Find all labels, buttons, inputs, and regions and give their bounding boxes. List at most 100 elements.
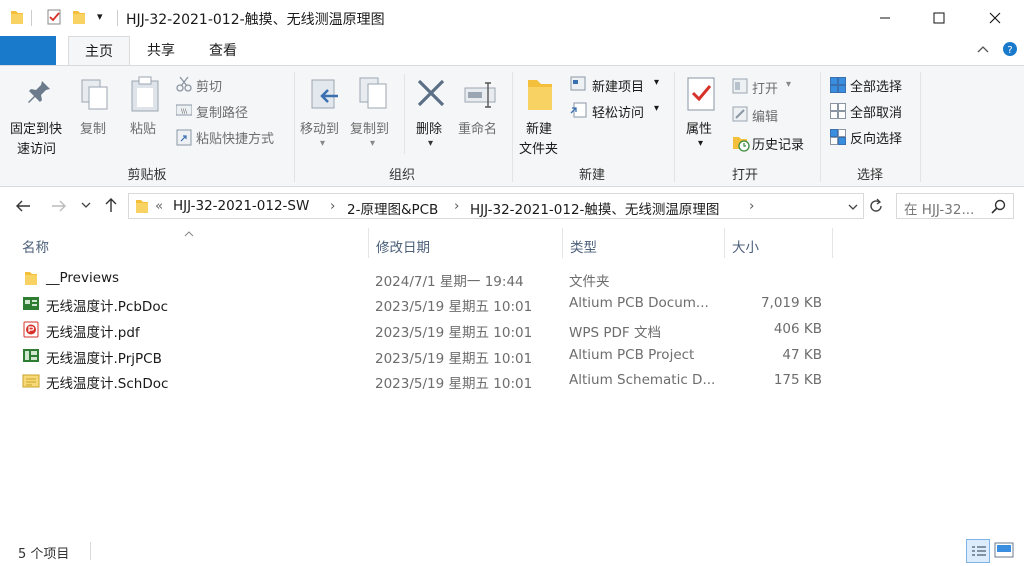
address-dropdown-icon[interactable] (847, 201, 859, 217)
easy-access-icon (570, 102, 588, 122)
file-type: 文件夹 (569, 274, 610, 290)
maximize-button[interactable] (910, 0, 968, 36)
folder-icon (24, 270, 38, 290)
pin-quick-access-button[interactable]: 固定到快 速访问 (6, 74, 72, 160)
delete-label: 删除 (416, 122, 443, 137)
invert-selection-button[interactable]: 反向选择 (828, 126, 918, 148)
dropdown-arrow-icon: ▾ (370, 138, 376, 149)
file-date: 2023/5/19 星期五 10:01 (375, 299, 533, 315)
column-divider[interactable] (368, 228, 369, 258)
column-header-size[interactable]: 大小 (732, 236, 759, 256)
edit-icon (732, 106, 748, 126)
file-row[interactable]: __Previews 2024/7/1 星期一 19:44 文件夹 (16, 266, 836, 291)
divider (404, 74, 405, 154)
status-item-count: 5 个项目 (18, 547, 70, 562)
breadcrumb-item[interactable]: HJJ-32-2021-012-触摸、无线测温原理图 (470, 198, 719, 218)
select-all-button[interactable]: 全部选择 (828, 74, 918, 96)
copy-label: 复制 (80, 122, 107, 137)
group-separator (674, 72, 675, 182)
group-label-new: 新建 (578, 168, 605, 183)
properties-quick-icon[interactable] (46, 9, 62, 29)
delete-button[interactable]: 删除 ▾ (410, 74, 452, 160)
copy-to-button[interactable]: 复制到 ▾ (350, 74, 396, 160)
column-divider[interactable] (724, 228, 725, 258)
group-separator (512, 72, 513, 182)
file-row[interactable]: 无线温度计.SchDoc 2023/5/19 星期五 10:01 Altium … (16, 368, 836, 393)
rename-label: 重命名 (458, 122, 498, 137)
properties-label: 属性 (686, 122, 713, 137)
large-icons-view-button[interactable] (994, 541, 1014, 563)
minimize-button[interactable] (856, 0, 914, 36)
column-header-name[interactable]: 名称 (22, 236, 49, 256)
invert-selection-icon (830, 129, 846, 149)
file-row[interactable]: 无线温度计.pdf 2023/5/19 星期五 10:01 WPS PDF 文档… (16, 317, 836, 342)
up-button[interactable] (102, 196, 120, 218)
dropdown-arrow-icon: ▾ (654, 77, 660, 88)
breadcrumb-separator-icon[interactable]: › (454, 198, 459, 214)
easy-access-button[interactable]: 轻松访问 ▾ (568, 100, 668, 122)
rename-button[interactable]: 重命名 (456, 74, 506, 160)
dropdown-arrow-icon: ▾ (698, 138, 704, 149)
group-label-organize: 组织 (388, 168, 415, 183)
tab-home[interactable]: 主页 (68, 36, 130, 66)
breadcrumb-item[interactable]: 2-原理图&PCB (347, 198, 438, 218)
group-separator (294, 72, 295, 182)
edit-button[interactable]: 编辑 (730, 104, 816, 126)
new-folder-quick-icon[interactable] (72, 9, 86, 29)
new-folder-icon (526, 76, 554, 116)
ribbon: 固定到快 速访问 复制 粘贴 剪切 \\\ 复制路径 粘贴快捷方式 剪贴板 移动… (0, 65, 1024, 187)
file-name: 无线温度计.PrjPCB (46, 351, 162, 367)
column-divider[interactable] (832, 228, 833, 258)
new-folder-label-line1: 新建 (526, 122, 553, 137)
quick-access-dropdown-icon[interactable]: ▾ (97, 10, 103, 23)
file-row[interactable]: 无线温度计.PrjPCB 2023/5/19 星期五 10:01 Altium … (16, 343, 836, 368)
file-size: 7,019 KB (760, 295, 822, 311)
help-icon[interactable]: ? (1002, 41, 1018, 61)
properties-button[interactable]: 属性 ▾ (680, 74, 722, 160)
collapse-ribbon-icon[interactable] (976, 42, 990, 60)
breadcrumb-overflow[interactable]: « (155, 198, 163, 214)
select-none-button[interactable]: 全部取消 (828, 100, 918, 122)
copy-button[interactable]: 复制 (76, 74, 116, 160)
copy-path-button[interactable]: \\\ 复制路径 (174, 100, 284, 122)
file-type: Altium PCB Docum... (569, 295, 709, 311)
tab-view[interactable]: 查看 (192, 36, 254, 66)
details-view-button[interactable] (966, 539, 990, 563)
new-item-button[interactable]: 新建项目 ▾ (568, 74, 668, 96)
folder-icon (135, 198, 149, 218)
column-header-type[interactable]: 类型 (570, 236, 597, 256)
history-icon (732, 134, 750, 156)
address-bar[interactable]: « HJJ-32-2021-012-SW › 2-原理图&PCB › HJJ-3… (128, 193, 864, 219)
file-name: 无线温度计.pdf (46, 325, 140, 341)
close-button[interactable] (966, 0, 1024, 36)
select-all-icon (830, 77, 846, 97)
file-tab-accent[interactable] (0, 36, 56, 66)
cut-button[interactable]: 剪切 (174, 74, 284, 96)
recent-locations-button[interactable] (80, 199, 92, 215)
column-divider[interactable] (562, 228, 563, 258)
column-header-date[interactable]: 修改日期 (376, 236, 430, 256)
divider (117, 10, 118, 26)
search-input[interactable]: 在 HJJ-32... (896, 193, 1014, 219)
breadcrumb-separator-icon[interactable]: › (330, 198, 335, 214)
refresh-button[interactable] (868, 197, 884, 219)
paste-button[interactable]: 粘贴 (124, 74, 166, 160)
svg-text:?: ? (1007, 45, 1012, 56)
file-row[interactable]: 无线温度计.PcbDoc 2023/5/19 星期五 10:01 Altium … (16, 291, 836, 316)
tab-share[interactable]: 共享 (130, 36, 192, 66)
open-button[interactable]: 打开 ▾ (730, 76, 816, 98)
back-button[interactable] (14, 197, 32, 219)
divider (90, 542, 91, 560)
forward-button[interactable] (50, 197, 68, 219)
move-to-button[interactable]: 移动到 ▾ (300, 74, 346, 160)
breadcrumb-separator-icon[interactable]: › (749, 198, 754, 214)
new-folder-button[interactable]: 新建 文件夹 (516, 74, 566, 160)
breadcrumb-item[interactable]: HJJ-32-2021-012-SW (173, 198, 309, 214)
select-none-icon (830, 103, 846, 123)
delete-icon (416, 78, 446, 112)
paste-label: 粘贴 (130, 122, 157, 137)
file-date: 2024/7/1 星期一 19:44 (375, 274, 524, 290)
paste-shortcut-button[interactable]: 粘贴快捷方式 (174, 126, 294, 148)
history-button[interactable]: 历史记录 (730, 132, 820, 154)
move-to-label: 移动到 (300, 122, 340, 137)
